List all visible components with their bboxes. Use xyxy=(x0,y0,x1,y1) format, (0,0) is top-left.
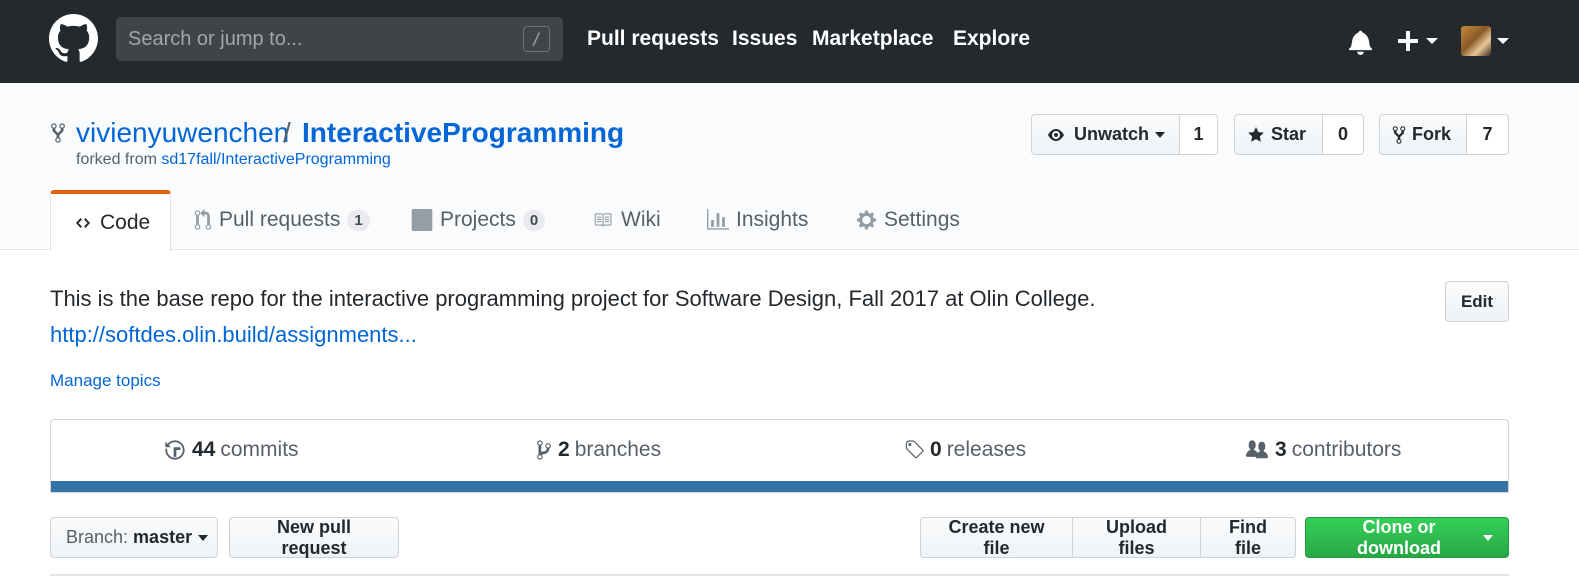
fork-button[interactable]: Fork xyxy=(1379,114,1467,155)
repo-summary: 44 commits 2 branches 0 releases 3 contr… xyxy=(50,419,1509,493)
forked-from-label: forked from xyxy=(76,151,157,168)
notifications-bell-icon[interactable] xyxy=(1348,29,1373,55)
watchers-count[interactable]: 1 xyxy=(1180,114,1218,155)
clone-or-download-button[interactable]: Clone or download xyxy=(1305,517,1509,558)
tab-insights[interactable]: Insights xyxy=(707,190,808,250)
branch-select-button[interactable]: Branch: master xyxy=(50,517,218,558)
branches-count: 2 xyxy=(558,438,570,461)
projects-counter: 0 xyxy=(522,209,546,231)
repo-website-link[interactable]: http://softdes.olin.build/assignments... xyxy=(50,322,417,348)
clone-label: Clone or download xyxy=(1357,516,1441,558)
repo-name-link[interactable]: InteractiveProgramming xyxy=(302,117,624,149)
nav-marketplace[interactable]: Marketplace xyxy=(812,27,933,51)
history-icon xyxy=(165,440,185,460)
commits-count: 44 xyxy=(192,438,216,461)
nav-pull-requests[interactable]: Pull requests xyxy=(587,27,719,51)
github-logo-icon[interactable] xyxy=(49,14,98,63)
git-branch-icon xyxy=(537,440,551,460)
pull-requests-counter: 1 xyxy=(347,209,370,231)
star-button[interactable]: Star xyxy=(1234,114,1323,155)
nav-explore[interactable]: Explore xyxy=(953,27,1030,51)
search-shortcut-hint: / xyxy=(523,26,550,52)
nav-issues[interactable]: Issues xyxy=(732,27,797,51)
manage-topics-link[interactable]: Manage topics xyxy=(50,371,161,391)
tag-icon xyxy=(905,440,924,459)
repo-description: This is the base repo for the interactiv… xyxy=(50,286,1096,311)
book-icon xyxy=(594,213,612,227)
releases-count: 0 xyxy=(930,438,942,461)
forks-count[interactable]: 7 xyxy=(1467,114,1509,155)
repo-forked-icon xyxy=(51,123,65,143)
star-icon xyxy=(1248,126,1264,142)
contributors-link[interactable]: 3 contributors xyxy=(1245,438,1401,462)
search-input[interactable] xyxy=(116,17,563,61)
tab-code[interactable]: Code xyxy=(50,190,171,251)
new-pull-request-button[interactable]: New pull request xyxy=(229,517,399,558)
tab-code-label: Code xyxy=(100,210,151,234)
tab-settings-label: Settings xyxy=(884,208,960,231)
branches-link[interactable]: 2 branches xyxy=(536,438,661,462)
tab-projects-label: Projects xyxy=(440,208,516,231)
create-new-plus-icon[interactable] xyxy=(1396,28,1440,54)
user-avatar[interactable] xyxy=(1461,26,1491,56)
project-icon xyxy=(411,209,433,231)
tab-wiki[interactable]: Wiki xyxy=(591,190,661,250)
fork-label: Fork xyxy=(1412,124,1452,144)
forked-source-link[interactable]: sd17fall/InteractiveProgramming xyxy=(161,151,390,168)
unwatch-button[interactable]: Unwatch xyxy=(1031,114,1180,155)
find-file-button[interactable]: Find file xyxy=(1200,517,1296,558)
tab-wiki-label: Wiki xyxy=(621,208,661,231)
people-icon xyxy=(1246,440,1268,459)
watch-group: Unwatch 1 xyxy=(1031,114,1218,155)
upload-files-button[interactable]: Upload files xyxy=(1072,517,1201,558)
branch-caret-icon xyxy=(198,534,209,541)
search-box: / xyxy=(116,17,563,61)
repo-owner-link[interactable]: vivienyuwenchen xyxy=(76,117,289,149)
file-list-top-border xyxy=(50,574,1509,576)
watch-caret-icon xyxy=(1155,131,1166,138)
gear-icon xyxy=(856,210,877,230)
commits-link[interactable]: 44 commits xyxy=(164,438,299,462)
create-new-file-button[interactable]: Create new file xyxy=(920,517,1073,558)
edit-description-button[interactable]: Edit xyxy=(1445,281,1509,322)
branch-prefix: Branch: xyxy=(66,527,129,547)
commits-label: commits xyxy=(220,438,299,461)
fork-icon xyxy=(1392,125,1406,144)
tab-insights-label: Insights xyxy=(736,208,809,231)
forked-from-note: forked from sd17fall/InteractiveProgramm… xyxy=(76,151,391,169)
graph-icon xyxy=(707,209,729,230)
tab-pull-requests[interactable]: Pull requests 1 xyxy=(194,190,370,250)
eye-icon xyxy=(1048,128,1064,141)
branch-name: master xyxy=(133,527,193,547)
clone-caret-icon xyxy=(1483,534,1493,541)
releases-label: releases xyxy=(946,438,1027,461)
git-pull-request-icon xyxy=(194,209,212,230)
stargazers-count[interactable]: 0 xyxy=(1323,114,1364,155)
fork-group: Fork 7 xyxy=(1379,114,1509,155)
tab-projects[interactable]: Projects 0 xyxy=(411,190,546,250)
global-header: / Pull requests Issues Marketplace Explo… xyxy=(0,0,1579,83)
star-group: Star 0 xyxy=(1234,114,1364,155)
contributors-count: 3 xyxy=(1275,438,1287,461)
star-label: Star xyxy=(1271,124,1307,144)
releases-link[interactable]: 0 releases xyxy=(904,438,1026,462)
tab-pull-requests-label: Pull requests xyxy=(219,208,341,231)
unwatch-label: Unwatch xyxy=(1074,124,1150,144)
code-icon xyxy=(76,217,90,228)
language-bar[interactable] xyxy=(51,481,1508,492)
avatar-dropdown-caret-icon[interactable] xyxy=(1497,38,1509,44)
path-separator: / xyxy=(283,117,291,148)
tab-settings[interactable]: Settings xyxy=(856,190,960,250)
branches-label: branches xyxy=(574,438,662,461)
contributors-label: contributors xyxy=(1291,438,1402,461)
